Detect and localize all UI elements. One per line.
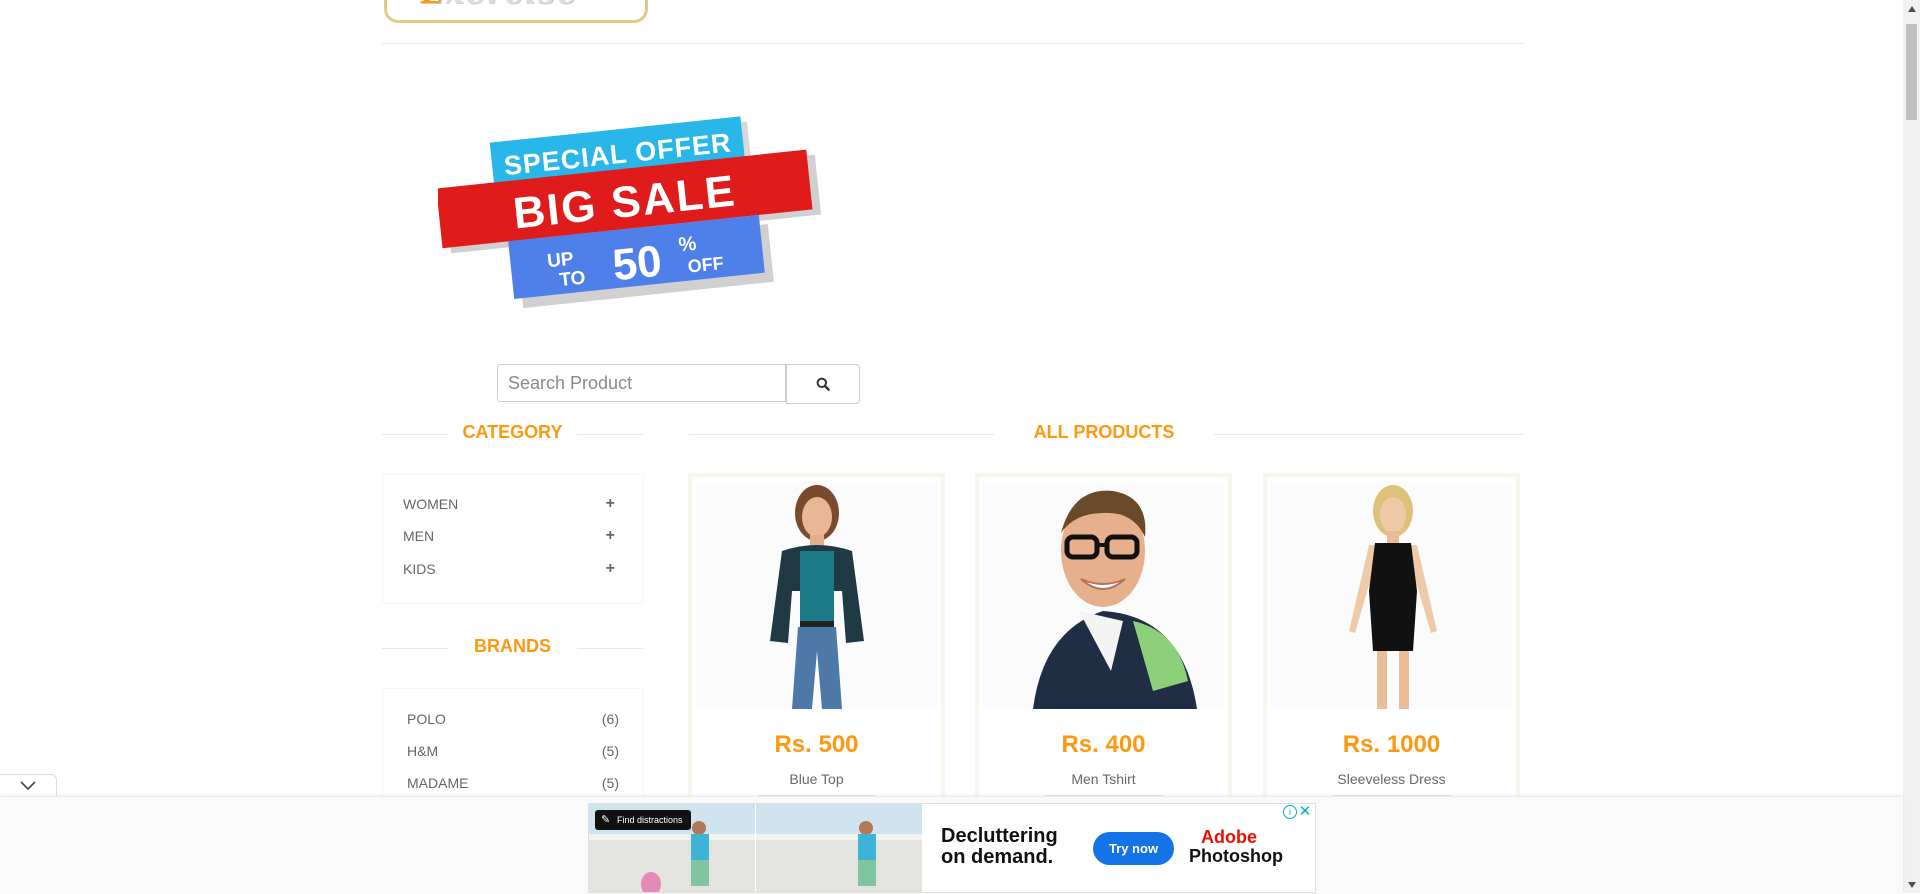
ad-photo-right bbox=[756, 804, 922, 892]
category-label: WOMEN bbox=[403, 496, 459, 512]
product-name: Blue Top bbox=[789, 771, 844, 787]
ad-collapse-toggle[interactable] bbox=[0, 774, 57, 797]
brands-title-line-right bbox=[577, 648, 643, 649]
category-label: KIDS bbox=[403, 561, 436, 577]
product-card: Rs. 500 Blue Top bbox=[688, 473, 945, 803]
category-title-line-left bbox=[382, 434, 448, 435]
ad-brand-line1: Adobe bbox=[1201, 827, 1257, 847]
brand-count: (5) bbox=[601, 775, 619, 791]
category-item-women[interactable]: WOMEN + bbox=[403, 494, 615, 514]
plus-icon[interactable]: + bbox=[606, 560, 615, 578]
search-icon bbox=[816, 377, 830, 391]
category-panel: WOMEN + MEN + KIDS + bbox=[382, 474, 644, 604]
product-name: Sleeveless Dress bbox=[1337, 771, 1446, 787]
product-image[interactable] bbox=[983, 481, 1224, 709]
ad-headline: Decluttering on demand. bbox=[941, 826, 1058, 868]
scroll-up-arrow-icon[interactable] bbox=[1903, 0, 1920, 17]
page-container: Exercise SPECIAL OFFER BIG SALE UP TO 50… bbox=[382, 0, 1524, 893]
brands-panel: POLO (6) H&M (5) MADAME (5) bbox=[382, 688, 644, 810]
products-title-line-right bbox=[1214, 434, 1524, 435]
close-icon[interactable]: ✕ bbox=[1297, 804, 1313, 820]
category-item-men[interactable]: MEN + bbox=[403, 526, 615, 546]
category-title: Category bbox=[462, 422, 563, 442]
brand-count: (5) bbox=[601, 743, 619, 759]
search-input[interactable] bbox=[497, 364, 786, 402]
scroll-down-arrow-icon[interactable] bbox=[1903, 876, 1920, 893]
plus-icon[interactable]: + bbox=[606, 527, 615, 545]
product-name: Men Tshirt bbox=[1071, 771, 1136, 787]
category-item-kids[interactable]: KIDS + bbox=[403, 559, 615, 579]
product-card: Rs. 400 Men Tshirt bbox=[975, 473, 1232, 803]
ad-chip: ✎ Find distractions bbox=[595, 810, 691, 830]
product-image[interactable] bbox=[1271, 481, 1512, 709]
ad-brand-line2: Photoshop bbox=[1189, 846, 1283, 866]
chevron-down-icon bbox=[20, 781, 36, 791]
banner-to: TO bbox=[558, 267, 586, 291]
ad-headline-line1: Decluttering bbox=[941, 825, 1058, 847]
search-button[interactable] bbox=[786, 364, 860, 404]
products-title-line-left bbox=[689, 434, 994, 435]
product-price: Rs. 500 bbox=[774, 731, 859, 758]
brands-title-line-left bbox=[382, 648, 448, 649]
banner-pct-sign: % bbox=[677, 233, 697, 257]
search-bar bbox=[497, 364, 860, 404]
site-logo[interactable]: Exercise bbox=[384, 0, 648, 23]
info-icon[interactable]: i bbox=[1283, 805, 1297, 819]
sale-banner: SPECIAL OFFER BIG SALE UP TO 50 % OFF bbox=[438, 116, 822, 309]
brands-title: Brands bbox=[473, 636, 551, 656]
product-image[interactable] bbox=[696, 481, 937, 709]
header-divider bbox=[382, 43, 1524, 44]
brand-item-madame[interactable]: MADAME (5) bbox=[407, 773, 619, 793]
wand-icon: ✎ bbox=[601, 814, 611, 826]
brand-label: MADAME bbox=[407, 775, 469, 791]
category-title-line-right bbox=[577, 434, 643, 435]
category-label: MEN bbox=[403, 528, 435, 544]
man-tshirt-image bbox=[1033, 490, 1197, 709]
ad-headline-line2: on demand. bbox=[941, 846, 1054, 868]
scrollbar-thumb[interactable] bbox=[1906, 24, 1917, 120]
advertisement[interactable]: ✎ Find distractions Decluttering on demand… bbox=[588, 803, 1316, 893]
sleeveless-dress-image bbox=[1349, 485, 1437, 709]
page-scrollbar[interactable] bbox=[1903, 0, 1920, 893]
plus-icon[interactable]: + bbox=[606, 495, 615, 513]
woman-blue-top-image bbox=[770, 485, 864, 709]
brand-item-hm[interactable]: H&M (5) bbox=[407, 741, 619, 761]
banner-off: OFF bbox=[687, 253, 725, 277]
brand-label: POLO bbox=[407, 711, 446, 727]
product-price: Rs. 1000 bbox=[1342, 731, 1441, 758]
ad-cta-button[interactable]: Try now bbox=[1093, 832, 1174, 865]
brand-item-polo[interactable]: POLO (6) bbox=[407, 709, 619, 729]
ad-chip-label: Find distractions bbox=[617, 815, 683, 825]
products-title: All Products bbox=[1033, 422, 1175, 442]
ad-photo-left: ✎ Find distractions bbox=[589, 804, 755, 892]
product-card: Rs. 1000 Sleeveless Dress bbox=[1263, 473, 1520, 803]
brand-count: (6) bbox=[601, 711, 619, 727]
logo-text: Exercise bbox=[421, 0, 578, 11]
ad-brand: Adobe Photoshop bbox=[1189, 827, 1283, 866]
brand-label: H&M bbox=[407, 743, 439, 759]
product-price: Rs. 400 bbox=[1061, 731, 1146, 758]
banner-percent: 50 bbox=[610, 237, 664, 291]
